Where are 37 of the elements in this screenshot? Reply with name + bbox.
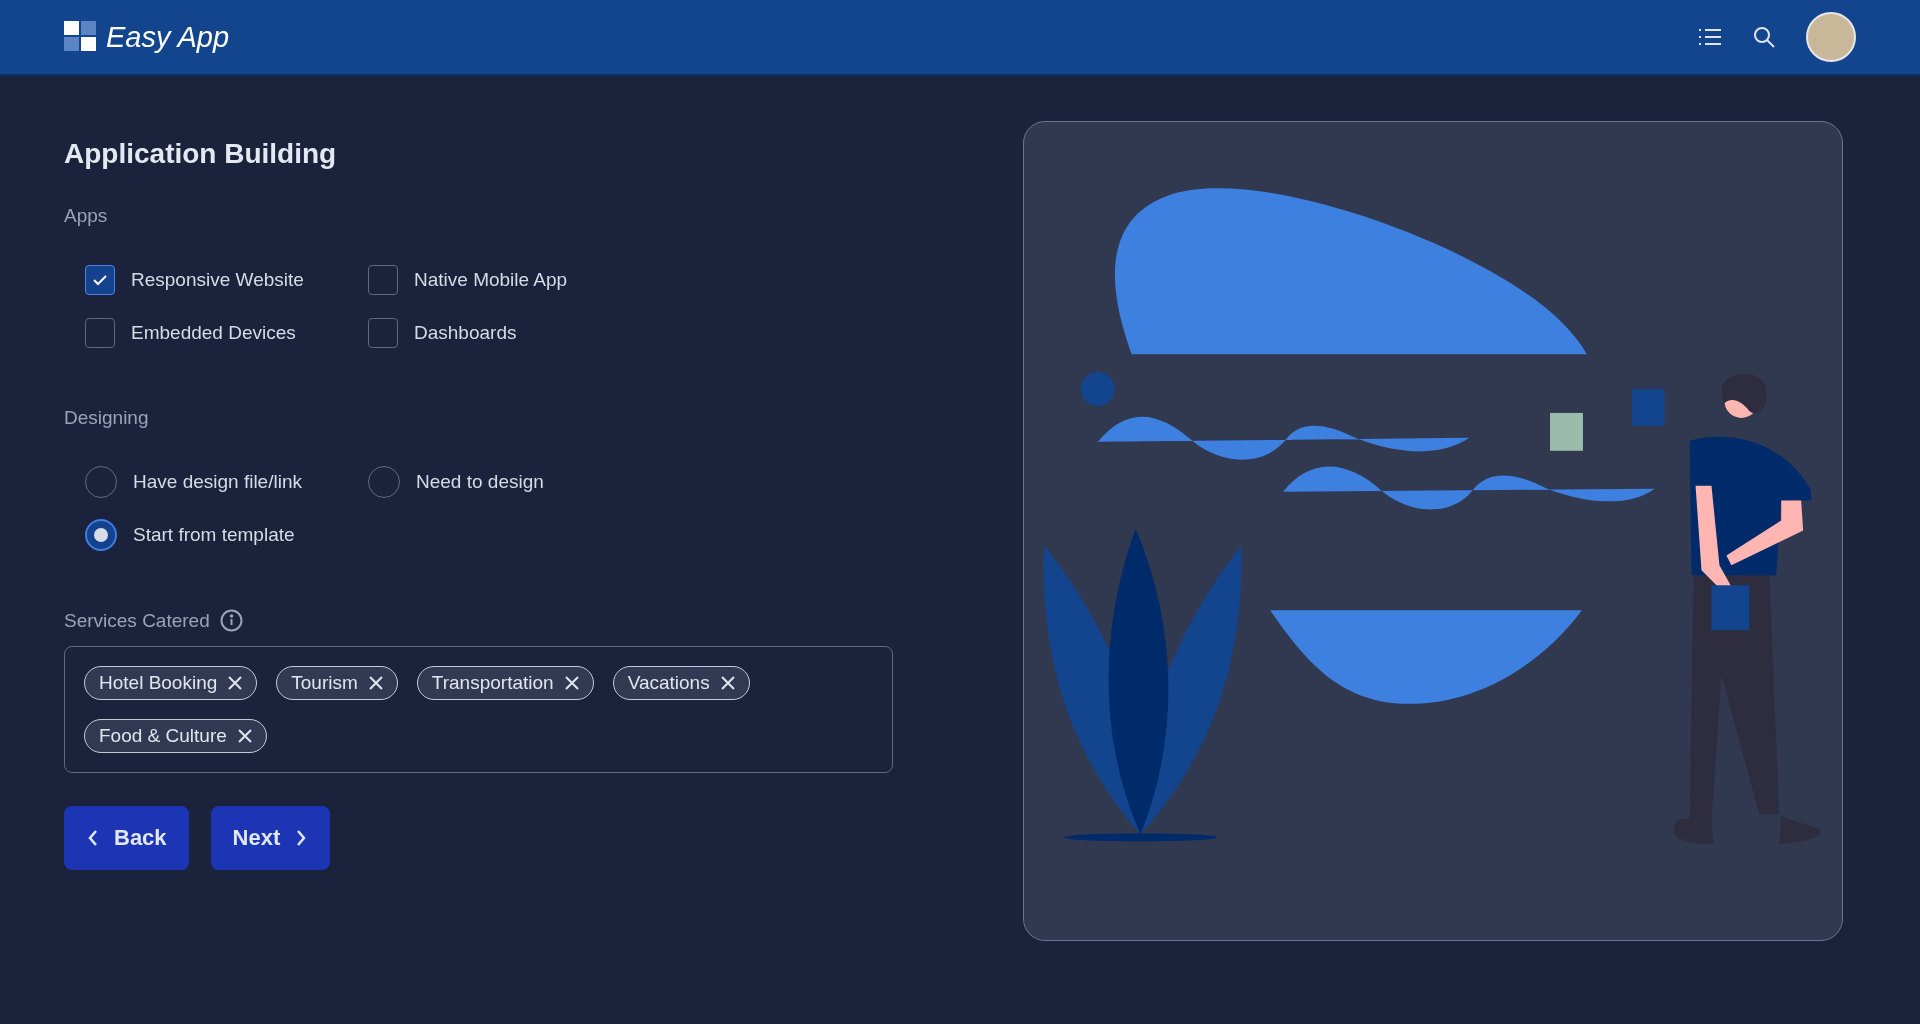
chevron-left-icon <box>86 829 100 847</box>
tag-text: Transportation <box>431 672 554 694</box>
next-button[interactable]: Next <box>210 806 331 870</box>
checkbox-label[interactable]: Embedded Devices <box>131 322 296 344</box>
tag-input[interactable]: Hotel Booking Tourism Transportation Vacations Food & Culture <box>64 646 893 773</box>
checkbox[interactable] <box>368 265 398 295</box>
checkbox-label[interactable]: Native Mobile App <box>414 269 568 291</box>
radio-label[interactable]: Start from template <box>133 524 295 546</box>
checkbox[interactable] <box>85 318 115 348</box>
back-button[interactable]: Back <box>64 806 189 870</box>
tag-text: Hotel Booking <box>99 672 218 694</box>
tag-text: Vacations <box>627 672 710 694</box>
close-icon[interactable] <box>367 675 384 691</box>
close-icon[interactable] <box>563 675 580 691</box>
close-icon[interactable] <box>719 675 736 691</box>
radio-button[interactable] <box>85 519 117 551</box>
logo-icon <box>64 21 98 53</box>
tag-text: Tourism <box>291 672 358 694</box>
checkbox-label[interactable]: Responsive Website <box>131 269 304 291</box>
radio-label[interactable]: Need to design <box>416 471 544 493</box>
close-icon[interactable] <box>236 728 253 744</box>
section-label: Designing <box>64 407 150 429</box>
section-label: Services Catered <box>64 609 210 632</box>
tag-text: Food & Culture <box>99 725 227 747</box>
checkbox-label[interactable]: Dashboards <box>414 322 517 344</box>
checkmark-icon <box>92 272 108 288</box>
checkbox[interactable] <box>368 318 398 348</box>
section-label: Apps <box>64 205 109 227</box>
avatar[interactable] <box>1806 12 1856 62</box>
search-icon[interactable] <box>1752 25 1776 49</box>
checkbox[interactable] <box>85 265 115 295</box>
radio-label[interactable]: Have design file/link <box>133 471 302 493</box>
app-name: Easy App <box>106 20 230 54</box>
list-icon[interactable] <box>1698 27 1722 47</box>
info-icon[interactable] <box>219 609 243 632</box>
page-title: Application Building <box>64 138 338 170</box>
close-icon[interactable] <box>227 675 244 691</box>
